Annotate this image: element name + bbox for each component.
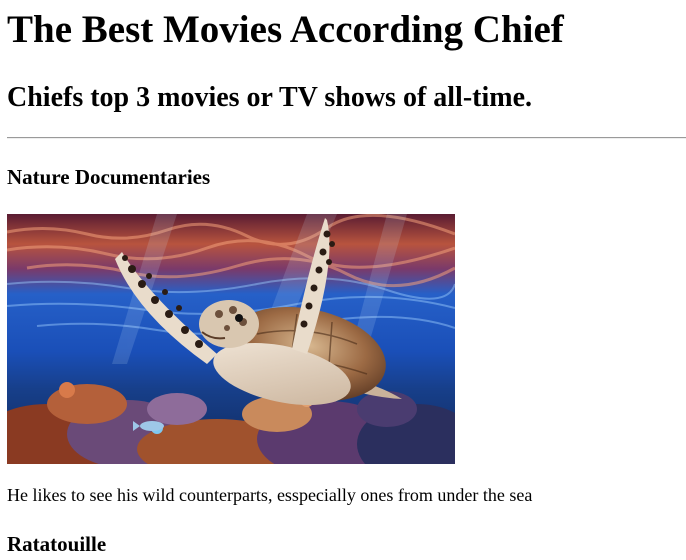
entry-heading-ratatouille: Ratatouille [7, 532, 107, 556]
sea-turtle-image [7, 214, 455, 464]
divider [7, 137, 686, 139]
page-subtitle: Chiefs top 3 movies or TV shows of all-t… [7, 82, 532, 113]
entry-heading-nature-documentaries: Nature Documentaries [7, 165, 211, 189]
page: The Best Movies According Chief Chiefs t… [0, 0, 686, 560]
entry-description-nature-documentaries: He likes to see his wild counterparts, e… [7, 485, 533, 505]
page-title: The Best Movies According Chief [7, 8, 564, 51]
